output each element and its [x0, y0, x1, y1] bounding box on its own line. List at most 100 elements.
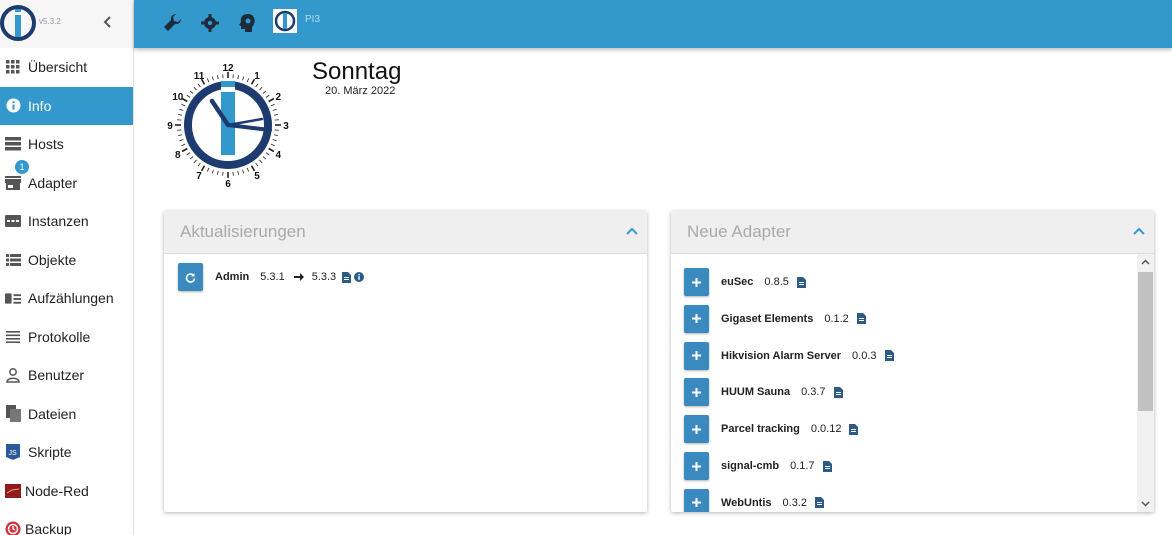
- new-adapters-card-header: Neue Adapter: [671, 211, 1154, 254]
- sidebar-item-scripts[interactable]: JS Skripte: [0, 433, 133, 472]
- arrow-right-icon: [293, 273, 304, 281]
- clock-tick: [179, 108, 184, 111]
- sidebar-nav: Übersicht Info Hosts 1 Adapter Instanzen…: [0, 48, 133, 535]
- clock-number: 6: [225, 179, 231, 187]
- install-adapter-button[interactable]: [684, 341, 709, 370]
- collapse-sidebar-icon[interactable]: [102, 13, 114, 31]
- clock-tick: [265, 94, 270, 98]
- clock-tick: [217, 75, 219, 80]
- clock-tick: [189, 90, 194, 94]
- scroll-down-button[interactable]: [1137, 496, 1154, 512]
- scrollbar[interactable]: [1137, 254, 1154, 512]
- install-adapter-button[interactable]: [684, 378, 709, 407]
- readme-document-icon[interactable]: [822, 460, 832, 472]
- clock-tick: [217, 170, 219, 175]
- adapter-name: euSec: [721, 276, 754, 288]
- info-circle-icon[interactable]: [354, 272, 365, 282]
- new-adapters-list: euSec 0.8.5 Gigaset Elements 0.1.2 Hikvision…: [671, 254, 1154, 512]
- readme-document-icon[interactable]: [796, 276, 806, 288]
- adapter-name: HUUM Sauna: [721, 386, 791, 399]
- clock-number: 1: [254, 71, 260, 82]
- sidebar-item-hosts[interactable]: Hosts: [0, 125, 133, 164]
- clock-tick: [206, 78, 210, 83]
- clock-number: 9: [167, 121, 173, 132]
- readme-document-icon[interactable]: [849, 423, 859, 435]
- clock-tick: [259, 86, 263, 91]
- plus-icon: [692, 498, 701, 508]
- install-adapter-button[interactable]: [684, 304, 709, 333]
- version-label: v5.3.2: [39, 17, 61, 26]
- clock-tick: [272, 139, 277, 142]
- sidebar-item-instances[interactable]: Instanzen: [0, 202, 133, 241]
- sidebar-item-info[interactable]: Info: [0, 86, 133, 125]
- updates-card-header: Aktualisierungen: [164, 211, 647, 254]
- sidebar-item-label: Hosts: [28, 136, 64, 153]
- plus-icon: [692, 387, 701, 397]
- sidebar-item-users[interactable]: Benutzer: [0, 356, 133, 395]
- sidebar-item-overview[interactable]: Übersicht: [0, 48, 133, 87]
- clock-tick: [242, 169, 245, 174]
- clock-tick: [262, 156, 267, 160]
- readme-document-icon[interactable]: [884, 350, 894, 362]
- install-adapter-button[interactable]: [684, 415, 709, 444]
- adapter-version: 0.1.2: [824, 312, 849, 325]
- readme-document-icon[interactable]: [833, 386, 843, 398]
- js-icon: JS: [5, 444, 21, 461]
- clock-tick: [242, 76, 245, 81]
- date: 20. März 2022: [325, 85, 396, 97]
- chevron-up-icon[interactable]: [625, 224, 639, 238]
- adapter-update-badge: 1: [15, 159, 29, 174]
- wrench-icon[interactable]: [161, 12, 185, 34]
- host-logo[interactable]: [273, 9, 297, 33]
- adapter-name: Gigaset Elements: [721, 312, 814, 325]
- clock-tick: [250, 165, 256, 172]
- chevron-up-icon[interactable]: [1132, 224, 1146, 238]
- installed-version: 5.3.1: [260, 271, 285, 283]
- install-adapter-button[interactable]: [684, 268, 709, 296]
- adapter-version: 0.0.12: [810, 423, 842, 436]
- gear-icon[interactable]: [198, 12, 222, 34]
- clock-tick: [181, 147, 188, 153]
- store-icon: [5, 175, 21, 191]
- enum-icon: [5, 290, 21, 306]
- plus-icon: [692, 314, 701, 324]
- clock-tick: [181, 103, 186, 107]
- readme-document-icon[interactable]: [815, 497, 824, 509]
- scroll-up-button[interactable]: [1137, 254, 1154, 270]
- sidebar-item-label: Protokolle: [28, 328, 91, 345]
- sidebar-item-adapter[interactable]: 1 Adapter: [0, 159, 133, 203]
- refresh-icon: [185, 272, 196, 283]
- sidebar-item-backup[interactable]: Backup: [0, 510, 133, 535]
- install-adapter-button[interactable]: [684, 488, 709, 512]
- clock-number: 8: [175, 150, 181, 161]
- sidebar-item-enums[interactable]: Aufzählungen: [0, 279, 133, 318]
- adapter-name: WebUntis: [721, 496, 772, 509]
- scrollbar-thumb[interactable]: [1138, 272, 1153, 411]
- brain-head-icon[interactable]: [236, 12, 260, 34]
- sidebar-item-logs[interactable]: Protokolle: [0, 318, 133, 357]
- clock-tick: [237, 170, 239, 175]
- analog-clock: 121234567891011: [167, 63, 289, 187]
- files-icon: [5, 405, 21, 423]
- readme-document-icon[interactable]: [856, 313, 866, 325]
- sidebar-item-label: Benutzer: [28, 367, 85, 384]
- clock-tick: [237, 75, 239, 80]
- grid-icon: [5, 59, 21, 75]
- updates-title: Aktualisierungen: [180, 222, 306, 241]
- clock-tick: [270, 143, 275, 147]
- updates-card: Aktualisierungen Admin 5.3.1 5.3.3: [164, 211, 647, 512]
- clock-number: 12: [222, 63, 234, 74]
- changelog-document-icon[interactable]: [342, 271, 352, 283]
- install-adapter-button[interactable]: [684, 452, 709, 480]
- adapter-version: 0.3.7: [801, 386, 826, 399]
- list-item: Hikvision Alarm Server 0.0.3: [684, 341, 894, 370]
- sidebar-item-objects[interactable]: Objekte: [0, 241, 133, 280]
- sidebar-item-node-red[interactable]: Node-Red: [0, 472, 133, 511]
- plus-icon: [692, 424, 701, 434]
- list-icon: [5, 252, 21, 268]
- hosts-icon: [5, 136, 21, 152]
- clock-tick: [273, 134, 278, 136]
- update-admin-button[interactable]: [178, 263, 203, 291]
- sidebar-item-files[interactable]: Dateien: [0, 395, 133, 434]
- plus-icon: [692, 351, 701, 361]
